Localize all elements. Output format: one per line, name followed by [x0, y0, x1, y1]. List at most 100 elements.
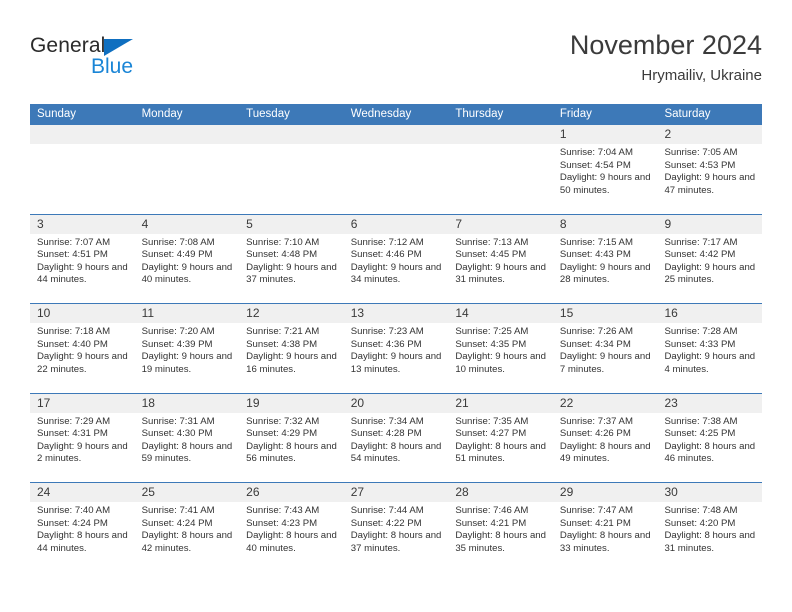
sunrise-text: Sunrise: 7:26 AM: [559, 326, 633, 337]
sunset-text: Sunset: 4:24 PM: [37, 517, 108, 529]
sunrise-text: Sunrise: 7:12 AM: [350, 236, 424, 248]
sunrise-text: Sunrise: 7:44 AM: [350, 505, 424, 516]
day-details: Sunrise: 7:25 AM Sunset: 4:35 PM Dayligh…: [448, 323, 553, 376]
daylight-text: Daylight: 9 hours and 16 minutes.: [246, 351, 337, 375]
day-cell[interactable]: 1 Sunrise: 7:04 AM Sunset: 4:54 PM Dayli…: [552, 125, 658, 214]
day-details: Sunrise: 7:47 AM Sunset: 4:21 PM Dayligh…: [553, 502, 658, 555]
sunset-text: Sunset: 4:27 PM: [455, 428, 527, 440]
day-cell[interactable]: 21 Sunrise: 7:35 AM Sunset: 4:27 PM Dayl…: [448, 393, 553, 483]
day-cell[interactable]: 20 Sunrise: 7:34 AM Sunset: 4:28 PM Dayl…: [343, 393, 449, 483]
day-cell[interactable]: 10 Sunrise: 7:18 AM Sunset: 4:40 PM Dayl…: [30, 304, 135, 393]
sunrise-text: Sunrise: 7:37 AM: [559, 415, 633, 427]
day-cell[interactable]: 30 Sunrise: 7:48 AM Sunset: 4:20 PM Dayl…: [657, 483, 763, 572]
day-cell[interactable]: 5 Sunrise: 7:10 AM Sunset: 4:48 PM Dayli…: [239, 214, 344, 304]
day-cell[interactable]: 22 Sunrise: 7:37 AM Sunset: 4:26 PM Dayl…: [552, 393, 658, 483]
day-cell[interactable]: 15 Sunrise: 7:26 AM Sunset: 4:34 PM Dayl…: [552, 304, 658, 393]
day-cell[interactable]: 25 Sunrise: 7:41 AM Sunset: 4:24 PM Dayl…: [134, 483, 240, 572]
day-cell[interactable]: 23 Sunrise: 7:38 AM Sunset: 4:25 PM Dayl…: [657, 393, 763, 483]
sunset-text: Sunset: 4:30 PM: [141, 428, 213, 440]
day-cell[interactable]: 29 Sunrise: 7:47 AM Sunset: 4:21 PM Dayl…: [552, 483, 658, 572]
day-details: Sunrise: 7:21 AM Sunset: 4:38 PM Dayligh…: [239, 323, 344, 376]
brand-logo[interactable]: General Blue: [30, 34, 230, 90]
day-details: Sunrise: 7:41 AM Sunset: 4:24 PM Dayligh…: [135, 502, 240, 555]
day-details: Sunrise: 7:40 AM Sunset: 4:24 PM Dayligh…: [30, 502, 135, 555]
day-details: Sunrise: 7:04 AM Sunset: 4:54 PM Dayligh…: [553, 144, 658, 197]
day-number: 6: [343, 214, 449, 234]
sunset-text: Sunset: 4:51 PM: [37, 249, 108, 261]
daylight-text: Daylight: 9 hours and 47 minutes.: [664, 172, 756, 196]
sunset-text: Sunset: 4:28 PM: [350, 428, 422, 440]
day-details: Sunrise: 7:17 AM Sunset: 4:42 PM Dayligh…: [657, 234, 762, 287]
daylight-text: Daylight: 8 hours and 51 minutes.: [455, 440, 546, 465]
daylight-text: Daylight: 9 hours and 7 minutes.: [559, 351, 651, 375]
dow-sunday: Sunday: [37, 108, 77, 120]
calendar-page: General Blue November 2024 Hrymailiv, Uk…: [0, 0, 792, 612]
day-cell[interactable]: 16 Sunrise: 7:28 AM Sunset: 4:33 PM Dayl…: [657, 304, 763, 393]
title-block: November 2024 Hrymailiv, Ukraine: [570, 28, 762, 87]
day-cell-empty: [343, 125, 449, 214]
sunrise-text: Sunrise: 7:48 AM: [664, 505, 738, 516]
week-row: 17 Sunrise: 7:29 AM Sunset: 4:31 PM Dayl…: [30, 392, 763, 483]
dow-thursday: Thursday: [455, 108, 504, 120]
day-number: 15: [552, 304, 658, 323]
day-number: 26: [239, 483, 344, 502]
day-number: 17: [30, 393, 135, 413]
day-details: Sunrise: 7:32 AM Sunset: 4:29 PM Dayligh…: [239, 413, 344, 466]
sunset-text: Sunset: 4:38 PM: [246, 338, 318, 350]
brand-name-blue: Blue: [91, 55, 134, 78]
day-cell[interactable]: 14 Sunrise: 7:25 AM Sunset: 4:35 PM Dayl…: [448, 304, 553, 393]
day-cell[interactable]: 12 Sunrise: 7:21 AM Sunset: 4:38 PM Dayl…: [239, 304, 344, 393]
day-details: Sunrise: 7:26 AM Sunset: 4:34 PM Dayligh…: [553, 323, 658, 376]
sunset-text: Sunset: 4:29 PM: [246, 428, 318, 440]
sunrise-text: Sunrise: 7:38 AM: [664, 415, 738, 427]
day-cell[interactable]: 4 Sunrise: 7:08 AM Sunset: 4:49 PM Dayli…: [134, 214, 240, 304]
day-cell[interactable]: 17 Sunrise: 7:29 AM Sunset: 4:31 PM Dayl…: [30, 393, 135, 483]
day-cell[interactable]: 2 Sunrise: 7:05 AM Sunset: 4:53 PM Dayli…: [657, 125, 763, 214]
daylight-text: Daylight: 9 hours and 2 minutes.: [37, 440, 128, 465]
daylight-text: Daylight: 9 hours and 10 minutes.: [455, 351, 546, 375]
sunset-text: Sunset: 4:48 PM: [246, 249, 318, 261]
dow-wednesday: Wednesday: [350, 108, 412, 120]
sunrise-text: Sunrise: 7:21 AM: [246, 326, 320, 337]
day-cell[interactable]: 11 Sunrise: 7:20 AM Sunset: 4:39 PM Dayl…: [134, 304, 240, 393]
day-details: Sunrise: 7:05 AM Sunset: 4:53 PM Dayligh…: [657, 144, 762, 197]
day-details: Sunrise: 7:23 AM Sunset: 4:36 PM Dayligh…: [344, 323, 449, 376]
sunrise-text: Sunrise: 7:46 AM: [455, 505, 529, 516]
daylight-text: Daylight: 9 hours and 40 minutes.: [141, 261, 233, 286]
sunset-text: Sunset: 4:24 PM: [141, 517, 213, 529]
sunrise-text: Sunrise: 7:40 AM: [37, 505, 111, 516]
day-cell[interactable]: 24 Sunrise: 7:40 AM Sunset: 4:24 PM Dayl…: [30, 483, 135, 572]
day-cell[interactable]: 27 Sunrise: 7:44 AM Sunset: 4:22 PM Dayl…: [343, 483, 449, 572]
day-cell[interactable]: 18 Sunrise: 7:31 AM Sunset: 4:30 PM Dayl…: [134, 393, 240, 483]
day-cell[interactable]: 3 Sunrise: 7:07 AM Sunset: 4:51 PM Dayli…: [30, 214, 135, 304]
day-details: Sunrise: 7:46 AM Sunset: 4:21 PM Dayligh…: [448, 502, 553, 555]
sunrise-text: Sunrise: 7:25 AM: [455, 326, 529, 337]
day-cell[interactable]: 9 Sunrise: 7:17 AM Sunset: 4:42 PM Dayli…: [657, 214, 763, 304]
day-cell[interactable]: 13 Sunrise: 7:23 AM Sunset: 4:36 PM Dayl…: [343, 304, 449, 393]
daylight-text: Daylight: 8 hours and 59 minutes.: [141, 440, 233, 465]
day-number: 21: [448, 393, 553, 413]
day-number: 2: [657, 125, 763, 144]
day-number: 13: [343, 304, 449, 323]
day-cell[interactable]: 19 Sunrise: 7:32 AM Sunset: 4:29 PM Dayl…: [239, 393, 344, 483]
day-details: Sunrise: 7:29 AM Sunset: 4:31 PM Dayligh…: [30, 413, 135, 466]
day-number: 19: [239, 393, 344, 413]
day-cell[interactable]: 8 Sunrise: 7:15 AM Sunset: 4:43 PM Dayli…: [552, 214, 658, 304]
day-cell[interactable]: 7 Sunrise: 7:13 AM Sunset: 4:45 PM Dayli…: [448, 214, 553, 304]
sunset-text: Sunset: 4:54 PM: [559, 159, 631, 171]
day-cell[interactable]: 28 Sunrise: 7:46 AM Sunset: 4:21 PM Dayl…: [448, 483, 553, 572]
day-number: 5: [239, 214, 344, 234]
day-details: Sunrise: 7:20 AM Sunset: 4:39 PM Dayligh…: [135, 323, 240, 376]
day-number: 29: [552, 483, 658, 502]
day-details: Sunrise: 7:18 AM Sunset: 4:40 PM Dayligh…: [30, 323, 135, 376]
day-number: 7: [448, 214, 553, 234]
day-cell[interactable]: 26 Sunrise: 7:43 AM Sunset: 4:23 PM Dayl…: [239, 483, 344, 572]
sunset-text: Sunset: 4:46 PM: [350, 249, 422, 261]
day-cell[interactable]: 6 Sunrise: 7:12 AM Sunset: 4:46 PM Dayli…: [343, 214, 449, 304]
daylight-text: Daylight: 8 hours and 35 minutes.: [455, 530, 546, 554]
sunrise-text: Sunrise: 7:10 AM: [246, 236, 320, 248]
day-number: 30: [657, 483, 763, 502]
sunrise-text: Sunrise: 7:08 AM: [141, 236, 215, 248]
sunset-text: Sunset: 4:22 PM: [350, 517, 422, 529]
day-details: Sunrise: 7:12 AM Sunset: 4:46 PM Dayligh…: [344, 234, 449, 287]
